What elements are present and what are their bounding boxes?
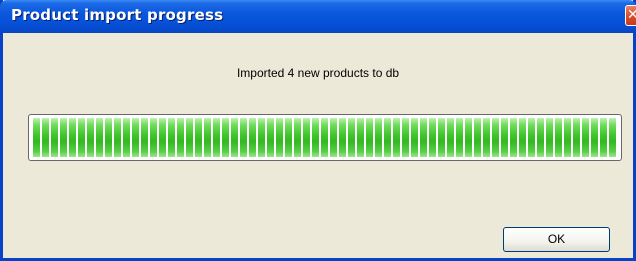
window-title: Product import progress [11, 6, 224, 24]
close-button[interactable]: ✕ [625, 5, 636, 26]
ok-button[interactable]: OK [503, 227, 610, 252]
progress-fill [33, 118, 617, 157]
title-bar[interactable]: Product import progress ✕ [0, 0, 636, 33]
import-progress-dialog: Product import progress ✕ Imported 4 new… [0, 0, 636, 261]
progress-track [33, 118, 617, 157]
close-icon: ✕ [627, 7, 636, 23]
status-message: Imported 4 new products to db [236, 66, 400, 80]
progress-bar [28, 114, 622, 161]
